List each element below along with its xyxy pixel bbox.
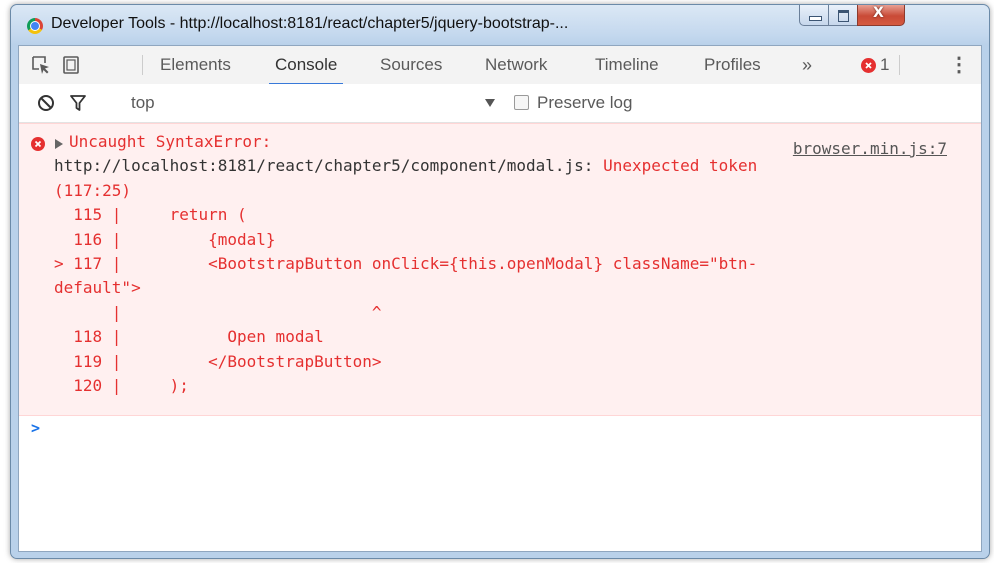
error-message: Unexpected token bbox=[603, 156, 758, 175]
devtools-tab-bar: Elements Console Sources Network Timelin… bbox=[19, 46, 981, 85]
device-mode-icon[interactable] bbox=[61, 55, 81, 75]
tab-network[interactable]: Network bbox=[485, 46, 547, 84]
tab-timeline[interactable]: Timeline bbox=[595, 46, 659, 84]
chrome-app-icon bbox=[27, 18, 43, 34]
tab-elements[interactable]: Elements bbox=[160, 46, 231, 84]
clear-console-icon[interactable] bbox=[37, 94, 55, 112]
customize-menu-icon[interactable]: ⋮ bbox=[949, 46, 969, 84]
toolbar-divider-right bbox=[899, 55, 900, 75]
code-line: 118 | Open modal bbox=[54, 327, 324, 346]
expand-triangle-icon[interactable] bbox=[54, 138, 64, 150]
tab-profiles[interactable]: Profiles bbox=[704, 46, 761, 84]
preserve-log-label: Preserve log bbox=[537, 93, 633, 112]
code-line: 119 | </BootstrapButton> bbox=[54, 352, 382, 371]
error-x-icon bbox=[865, 62, 872, 69]
console-output: Uncaught SyntaxError: browser.min.js:7 h… bbox=[19, 123, 981, 551]
chevron-down-icon[interactable] bbox=[485, 99, 495, 107]
error-x-glyph-icon bbox=[34, 140, 42, 148]
window-title: Developer Tools - http://localhost:8181/… bbox=[51, 15, 569, 32]
source-link[interactable]: browser.min.js:7 bbox=[793, 137, 947, 162]
error-location-line: http://localhost:8181/react/chapter5/com… bbox=[54, 154, 757, 179]
error-url: http://localhost:8181/react/chapter5/com… bbox=[54, 156, 594, 175]
code-line: default"> bbox=[54, 278, 141, 297]
inspect-element-icon[interactable] bbox=[31, 55, 51, 75]
error-position: (117:25) bbox=[54, 181, 132, 200]
devtools-client: Elements Console Sources Network Timelin… bbox=[18, 45, 982, 552]
error-icon bbox=[31, 137, 45, 151]
minimize-button[interactable] bbox=[799, 5, 829, 26]
toolbar-divider bbox=[142, 55, 143, 75]
code-line: > 117 | <BootstrapButton onClick={this.o… bbox=[54, 254, 758, 273]
more-tabs-button[interactable]: » bbox=[802, 46, 812, 84]
console-filter-bar: top Preserve log bbox=[19, 84, 981, 123]
maximize-icon bbox=[838, 10, 849, 22]
minimize-icon bbox=[809, 16, 822, 21]
error-count[interactable]: 1 bbox=[880, 46, 889, 84]
tab-console[interactable]: Console bbox=[268, 46, 344, 85]
code-line: 120 | ); bbox=[54, 376, 189, 395]
window-chrome: Developer Tools - http://localhost:8181/… bbox=[11, 5, 989, 558]
close-icon: X bbox=[873, 5, 884, 21]
title-bar[interactable]: Developer Tools - http://localhost:8181/… bbox=[11, 5, 989, 45]
error-count-icon[interactable] bbox=[861, 58, 876, 73]
code-line: | ^ bbox=[54, 303, 382, 322]
execution-context-select[interactable]: top bbox=[131, 93, 155, 113]
close-button[interactable]: X bbox=[857, 5, 905, 26]
maximize-button[interactable] bbox=[828, 5, 858, 26]
code-line: 115 | return ( bbox=[54, 205, 247, 224]
error-type: Uncaught SyntaxError: bbox=[69, 132, 272, 151]
console-error-message: Uncaught SyntaxError: browser.min.js:7 h… bbox=[19, 123, 981, 416]
tab-sources[interactable]: Sources bbox=[380, 46, 442, 84]
code-line: 116 | {modal} bbox=[54, 230, 276, 249]
devtools-window: Developer Tools - http://localhost:8181/… bbox=[10, 4, 990, 559]
console-prompt[interactable]: > bbox=[31, 419, 40, 437]
preserve-log-checkbox[interactable] bbox=[514, 95, 529, 110]
filter-icon[interactable] bbox=[69, 94, 87, 112]
